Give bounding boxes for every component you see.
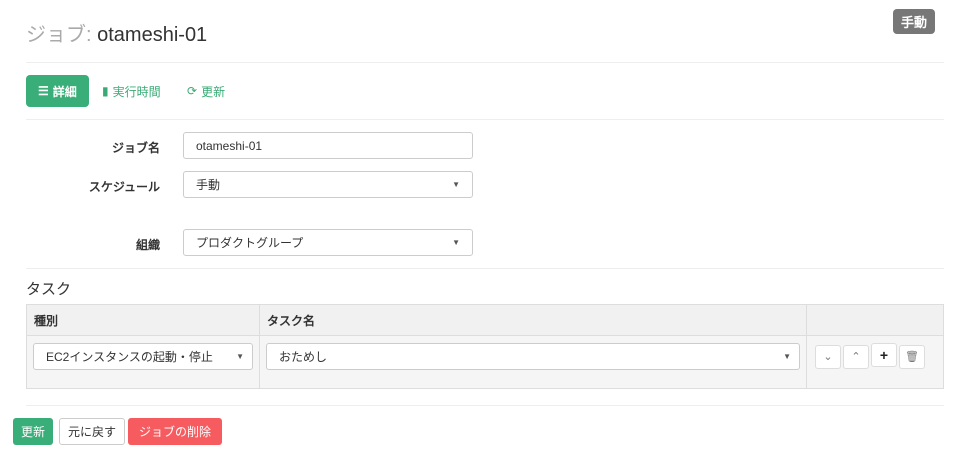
caret-down-icon: ▼ (452, 180, 460, 189)
caret-down-icon: ▼ (452, 238, 460, 247)
divider (26, 119, 944, 120)
tasks-heading: タスク (26, 281, 72, 298)
move-down-button[interactable]: ⌄ (815, 344, 841, 369)
revert-button[interactable]: 元に戻す (59, 418, 126, 445)
org-select[interactable]: プロダクトグループ ▼ (183, 229, 473, 256)
page-title: ジョブ: otameshi-01 (26, 24, 208, 46)
update-button[interactable]: 更新 (13, 418, 54, 445)
column-header: 種別 (26, 304, 260, 336)
delete-job-button[interactable]: ジョブの削除 (128, 418, 223, 445)
caret-down-icon: ▼ (236, 352, 244, 361)
job-name-input[interactable]: otameshi-01 (183, 132, 473, 159)
tab-execution-time[interactable]: ▮ 実行時間 (90, 75, 173, 107)
tab-refresh[interactable]: ⟳ 更新 (175, 75, 237, 107)
schedule-label: スケジュール (88, 180, 160, 194)
column-header: タスク名 (259, 304, 807, 336)
org-label: 組織 (135, 238, 160, 252)
mode-badge: 手動 (893, 9, 936, 34)
tasks-table: 種別 タスク名 EC2インスタンスの起動・停止 ▼ おためし ▼ ⌄ ⌃ + 🗑 (26, 304, 944, 389)
schedule-select[interactable]: 手動 ▼ (183, 171, 473, 198)
divider (26, 405, 944, 406)
caret-down-icon: ▼ (783, 352, 791, 361)
table-row: EC2インスタンスの起動・停止 ▼ おためし ▼ ⌄ ⌃ + 🗑 (26, 335, 944, 389)
bar-chart-icon: ▮ (102, 84, 109, 98)
delete-task-button[interactable]: 🗑 (899, 344, 925, 369)
refresh-icon: ⟳ (187, 84, 198, 98)
add-task-button[interactable]: + (871, 343, 897, 367)
tab-details[interactable]: ☰ 詳細 (26, 75, 89, 107)
divider (26, 62, 944, 63)
task-type-select[interactable]: EC2インスタンスの起動・停止 ▼ (33, 343, 253, 370)
task-name-select[interactable]: おためし ▼ (266, 343, 800, 370)
move-up-button[interactable]: ⌃ (843, 344, 869, 369)
divider (26, 268, 944, 269)
list-icon: ☰ (38, 84, 49, 98)
column-header (806, 304, 944, 336)
job-name-label: ジョブ名 (111, 141, 160, 155)
